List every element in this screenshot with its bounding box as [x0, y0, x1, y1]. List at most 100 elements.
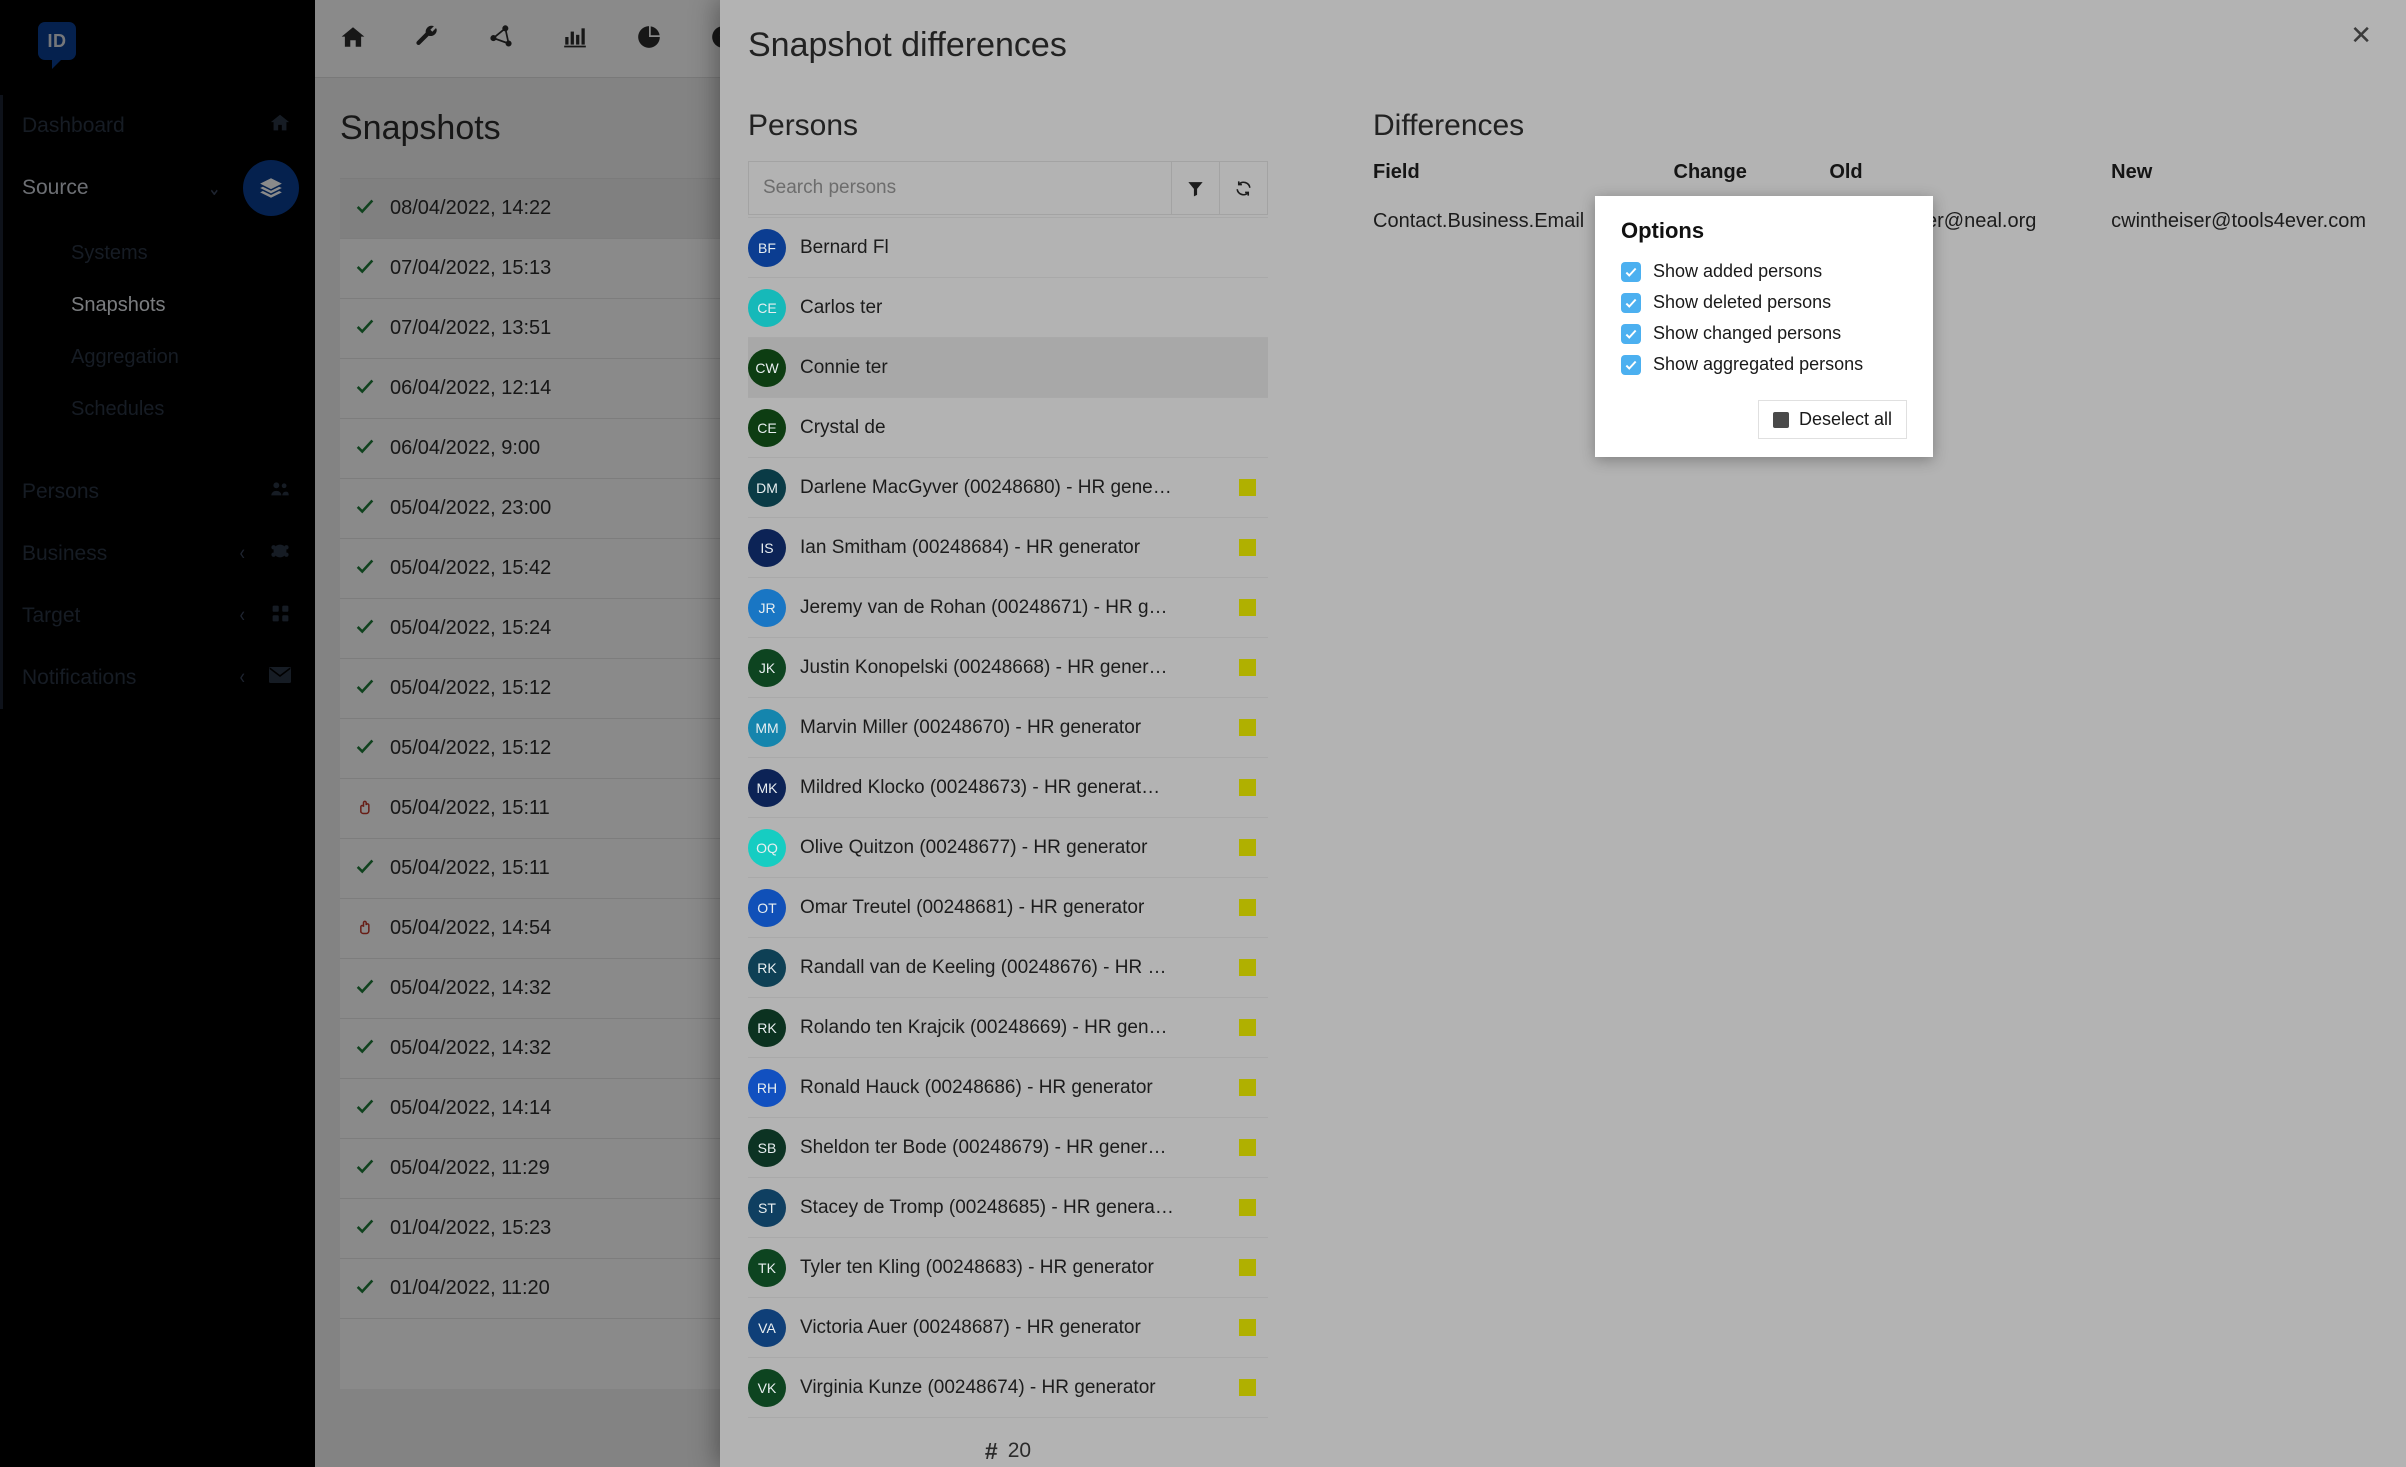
person-name: Ian Smitham (00248684) - HR generator [800, 536, 1141, 558]
person-row[interactable]: DM Darlene MacGyver (00248680) - HR gene… [748, 458, 1268, 518]
person-row[interactable]: CE Carlos ter [748, 278, 1268, 338]
person-name: Ronald Hauck (00248686) - HR generator [800, 1076, 1153, 1098]
avatar: CE [748, 288, 786, 327]
person-row[interactable]: SB Sheldon ter Bode (00248679) - HR gener… [748, 1118, 1268, 1178]
option-label: Show deleted persons [1653, 292, 1832, 312]
change-indicator [1239, 479, 1256, 496]
change-indicator [1239, 539, 1256, 556]
person-name: Carlos ter [800, 296, 883, 318]
change-indicator [1239, 899, 1256, 916]
avatar: BF [748, 228, 786, 267]
person-name: Victoria Auer (00248687) - HR generator [800, 1316, 1141, 1338]
checkbox-icon[interactable] [1621, 261, 1641, 282]
avatar: MK [748, 768, 786, 807]
person-name: Bernard Fl [800, 236, 889, 258]
person-row[interactable]: IS Ian Smitham (00248684) - HR generator [748, 518, 1268, 578]
person-row[interactable]: RK Rolando ten Krajcik (00248669) - HR ge… [748, 998, 1268, 1058]
avatar: SB [748, 1128, 786, 1167]
avatar: OT [748, 888, 786, 927]
avatar: DM [748, 468, 786, 507]
persons-title: Persons [748, 109, 859, 142]
option-label: Show changed persons [1653, 323, 1842, 343]
person-row[interactable]: BF Bernard Fl [748, 218, 1268, 278]
person-name: Olive Quitzon (00248677) - HR generator [800, 836, 1148, 858]
diff-new-value: cwintheiser@tools4ever.com [2111, 210, 2366, 232]
avatar: TK [748, 1248, 786, 1287]
option-row[interactable]: Show added persons [1621, 256, 1907, 287]
person-name: Randall van de Keeling (00248676) - HR … [800, 956, 1167, 978]
person-name: Virginia Kunze (00248674) - HR generator [800, 1376, 1156, 1398]
options-title: Options [1621, 218, 1705, 243]
avatar: JK [748, 648, 786, 687]
deselect-square-icon [1772, 411, 1789, 428]
option-label: Show aggregated persons [1653, 354, 1864, 374]
close-icon[interactable]: ✕ [2350, 22, 2372, 48]
snapshot-differences-modal: ✕ Snapshot differences Persons BF Bernard… [720, 0, 2406, 1467]
change-indicator [1239, 659, 1256, 676]
change-indicator [1239, 779, 1256, 796]
person-row[interactable]: CW Connie ter [748, 338, 1268, 398]
persons-search-row [748, 161, 1268, 215]
person-row[interactable]: JR Jeremy van de Rohan (00248671) - HR g… [748, 578, 1268, 638]
person-row[interactable]: RK Randall van de Keeling (00248676) - HR… [748, 938, 1268, 998]
change-indicator [1239, 1019, 1256, 1036]
avatar: RK [748, 1008, 786, 1047]
person-row[interactable]: ST Stacey de Tromp (00248685) - HR genera… [748, 1178, 1268, 1238]
persons-list: BF Bernard Fl CE Carlos ter CW Connie ter CE Cr… [748, 217, 1268, 1418]
deselect-all-label: Deselect all [1798, 409, 1892, 429]
avatar: OQ [748, 828, 786, 867]
deselect-all-button[interactable]: Deselect all [1757, 400, 1907, 439]
person-name: Darlene MacGyver (00248680) - HR gene… [800, 476, 1172, 498]
refresh-icon[interactable] [1220, 161, 1268, 215]
differences-title: Differences [1373, 109, 1525, 142]
modal-body: Persons BF Bernard Fl CE Carlos ter CW Connie… [720, 65, 2406, 1467]
modal-title: Snapshot differences [748, 26, 1067, 64]
person-row[interactable]: RH Ronald Hauck (00248686) - HR generator [748, 1058, 1268, 1118]
person-name: Mildred Klocko (00248673) - HR generat… [800, 776, 1161, 798]
person-name: Rolando ten Krajcik (00248669) - HR gen… [800, 1016, 1168, 1038]
avatar: RH [748, 1068, 786, 1107]
avatar: ST [748, 1188, 786, 1227]
person-row[interactable]: MM Marvin Miller (00248670) - HR generato… [748, 698, 1268, 758]
search-input[interactable] [748, 161, 1172, 215]
avatar: RK [748, 948, 786, 987]
person-row[interactable]: VA Victoria Auer (00248687) - HR generato… [748, 1298, 1268, 1358]
change-indicator [1239, 839, 1256, 856]
change-indicator [1239, 1079, 1256, 1096]
person-name: Omar Treutel (00248681) - HR generator [800, 896, 1145, 918]
checkbox-icon[interactable] [1621, 323, 1641, 344]
option-row[interactable]: Show aggregated persons [1621, 349, 1907, 380]
avatar: JR [748, 588, 786, 627]
persons-total: # 20 [748, 1418, 1268, 1467]
avatar: CE [748, 408, 786, 447]
column-header-new: New [2111, 161, 2153, 183]
change-indicator [1239, 599, 1256, 616]
person-row[interactable]: MK Mildred Klocko (00248673) - HR generat… [748, 758, 1268, 818]
person-name: Crystal de [800, 416, 886, 438]
person-row[interactable]: TK Tyler ten Kling (00248683) - HR genera… [748, 1238, 1268, 1298]
avatar: CW [748, 348, 786, 387]
person-name: Justin Konopelski (00248668) - HR gener… [800, 656, 1168, 678]
options-list: Show added persons Show deleted persons Sh… [1621, 256, 1907, 380]
person-name: Jeremy van de Rohan (00248671) - HR g… [800, 596, 1168, 618]
person-row[interactable]: VK Virginia Kunze (00248674) - HR generat… [748, 1358, 1268, 1418]
person-name: Tyler ten Kling (00248683) - HR generato… [800, 1256, 1154, 1278]
person-row[interactable]: OT Omar Treutel (00248681) - HR generator [748, 878, 1268, 938]
avatar: MM [748, 708, 786, 747]
options-popup: Options Show added persons Show deleted p… [1595, 196, 1933, 457]
person-row[interactable]: CE Crystal de [748, 398, 1268, 458]
person-name: Marvin Miller (00248670) - HR generator [800, 716, 1142, 738]
option-row[interactable]: Show changed persons [1621, 318, 1907, 349]
change-indicator [1239, 1199, 1256, 1216]
checkbox-icon[interactable] [1621, 354, 1641, 375]
checkbox-icon[interactable] [1621, 292, 1641, 313]
change-indicator [1239, 719, 1256, 736]
person-name: Connie ter [800, 356, 888, 378]
filter-icon[interactable] [1172, 161, 1220, 215]
app-root: ID Dashboard Source ⌄ Systems Snapshots … [0, 0, 2406, 1467]
person-row[interactable]: OQ Olive Quitzon (00248677) - HR generato… [748, 818, 1268, 878]
option-label: Show added persons [1653, 261, 1823, 281]
option-row[interactable]: Show deleted persons [1621, 287, 1907, 318]
hash-symbol: # [984, 1437, 998, 1464]
person-row[interactable]: JK Justin Konopelski (00248668) - HR gene… [748, 638, 1268, 698]
